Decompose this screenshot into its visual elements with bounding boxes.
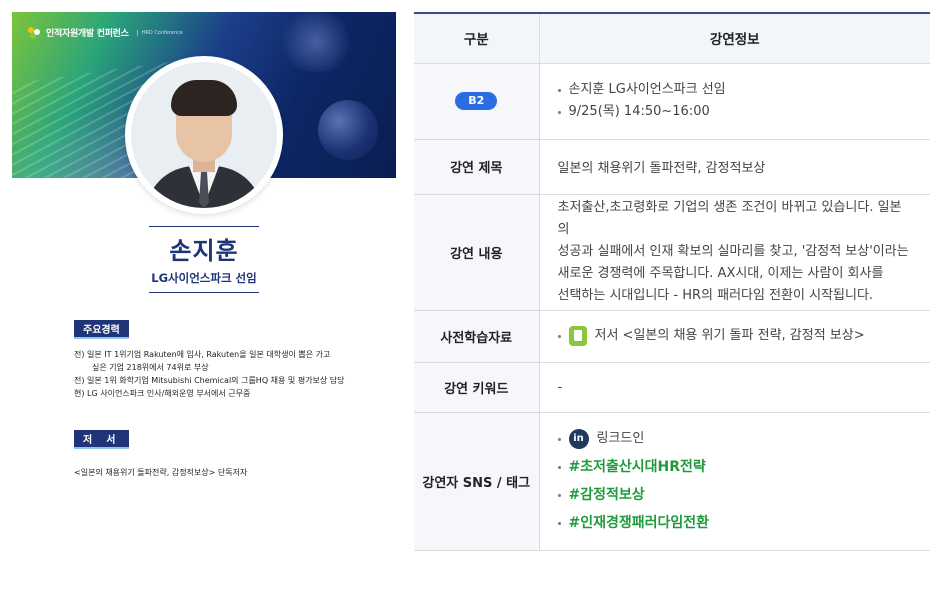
- session-badge-cell: B2: [414, 63, 540, 140]
- prep-material-link[interactable]: 저서 <일본의 채용 위기 돌파 전략, 감정적 보상>: [557, 325, 913, 347]
- speaker-profile-card: 인적자원개발 컨퍼런스 HRD Conference 손지훈 LG사이언스파크 …: [12, 12, 396, 572]
- hashtag-link[interactable]: #인재경쟁패러다임전환: [557, 509, 913, 537]
- career-heading: 주요경력: [74, 320, 129, 339]
- divider: [149, 226, 259, 227]
- banner-subtitle: HRD Conference: [136, 29, 183, 36]
- keyword-row: 강연 키워드 -: [414, 362, 930, 413]
- table-header-row: 구분 강연정보: [414, 13, 930, 64]
- book-icon: [568, 326, 587, 346]
- description-line: 초저출산,초고령화로 기업의 생존 조건이 바뀌고 있습니다. 일본의: [557, 200, 902, 237]
- banner-decoration: [276, 12, 356, 72]
- lecture-info-table: 구분 강연정보 B2 손지훈 LG사이언스파크 선임 9/25(목) 14:50…: [414, 12, 930, 551]
- title-row: 강연 제목 일본의 채용위기 돌파전략, 감정적보상: [414, 139, 930, 195]
- content-row: 강연 내용 초저출산,초고령화로 기업의 생존 조건이 바뀌고 있습니다. 일본…: [414, 194, 930, 311]
- session-badge: B2: [455, 92, 498, 110]
- book-heading-label: 저서: [83, 435, 130, 446]
- sns-row: 강연자 SNS / 태그 in 링크드인 #초저출산시대HR전략 #감정적보상 …: [414, 412, 930, 551]
- hashtag-link[interactable]: #감정적보상: [557, 481, 913, 509]
- career-item: 전) 일본 1위 화학기업 Mitsubishi Chemical의 그룹HQ …: [74, 376, 345, 385]
- divider: [149, 292, 259, 293]
- prep-material-label: 사전학습자료: [414, 310, 540, 363]
- speaker-name-block: 손지훈 LG사이언스파크 선임: [12, 226, 396, 293]
- prep-material-text: 저서 <일본의 채용 위기 돌파 전략, 감정적 보상>: [594, 328, 865, 343]
- description-line: 새로운 경쟁력에 주목합니다. AX시대, 이제는 사람이 회사를: [557, 266, 884, 281]
- title-label: 강연 제목: [414, 139, 540, 195]
- list-item: 9/25(목) 14:50~16:00: [557, 101, 913, 123]
- logo-icon: [28, 26, 42, 39]
- linkedin-link[interactable]: in 링크드인: [557, 425, 913, 453]
- banner-decoration: [318, 100, 378, 160]
- sns-cell: in 링크드인 #초저출산시대HR전략 #감정적보상 #인재경쟁패러다임전환: [539, 412, 930, 551]
- lecture-title: 일본의 채용위기 돌파전략, 감정적보상: [539, 139, 930, 195]
- hashtag-link[interactable]: #초저출산시대HR전략: [557, 453, 913, 481]
- speaker-name: 손지훈: [169, 237, 239, 265]
- hashtag: #인재경쟁패러다임전환: [568, 515, 710, 531]
- list-item: 손지훈 LG사이언스파크 선임: [557, 79, 913, 101]
- career-item-continued: 싶은 기업 218위에서 74위로 부상: [92, 363, 209, 372]
- session-info-cell: 손지훈 LG사이언스파크 선임 9/25(목) 14:50~16:00: [539, 63, 930, 140]
- speaker-photo: [125, 56, 283, 214]
- book-heading: 저서: [74, 430, 130, 449]
- book-text: <일본의 채용위기 돌파전략, 감정적보상> 단독저자: [74, 468, 248, 477]
- career-heading-label: 주요경력: [83, 325, 120, 336]
- career-list: 전) 일본 IT 1위기업 Rakuten에 입사, Rakuten을 일본 대…: [74, 348, 374, 400]
- career-item: 현) LG 사이언스파크 인사/해외운영 부서에서 근무중: [74, 389, 251, 398]
- speaker-affiliation: LG사이언스파크 선임: [151, 271, 257, 285]
- description-line: 선택하는 시대입니다 - HR의 패러다임 전환이 시작됩니다.: [557, 288, 874, 303]
- speaker-portrait: [131, 62, 277, 208]
- keyword-label: 강연 키워드: [414, 362, 540, 413]
- description-line: 성공과 실패에서 인재 확보의 실마리를 찾고, '감정적 보상'이라는: [557, 244, 909, 259]
- speaker-summary: 손지훈 LG사이언스파크 선임: [568, 82, 726, 97]
- linkedin-icon: in: [568, 429, 589, 449]
- linkedin-label: 링크드인: [596, 431, 645, 446]
- prep-material-row: 사전학습자료 저서 <일본의 채용 위기 돌파 전략, 감정적 보상>: [414, 310, 930, 363]
- session-time: 9/25(목) 14:50~16:00: [568, 104, 710, 119]
- career-item: 전) 일본 IT 1위기업 Rakuten에 입사, Rakuten을 일본 대…: [74, 350, 331, 359]
- header-category: 구분: [414, 13, 540, 64]
- lecture-description: 초저출산,초고령화로 기업의 생존 조건이 바뀌고 있습니다. 일본의 성공과 …: [539, 194, 930, 311]
- prep-material-cell: 저서 <일본의 채용 위기 돌파 전략, 감정적 보상>: [539, 310, 930, 363]
- session-row: B2 손지훈 LG사이언스파크 선임 9/25(목) 14:50~16:00: [414, 63, 930, 140]
- sns-label: 강연자 SNS / 태그: [414, 412, 540, 551]
- hashtag: #감정적보상: [568, 487, 645, 503]
- header-lecture-info: 강연정보: [539, 13, 930, 64]
- banner-title: 인적자원개발 컨퍼런스: [46, 29, 129, 39]
- hashtag: #초저출산시대HR전략: [568, 459, 706, 475]
- keyword-value: -: [539, 362, 930, 413]
- content-label: 강연 내용: [414, 194, 540, 311]
- conference-logo: 인적자원개발 컨퍼런스 HRD Conference: [28, 26, 183, 39]
